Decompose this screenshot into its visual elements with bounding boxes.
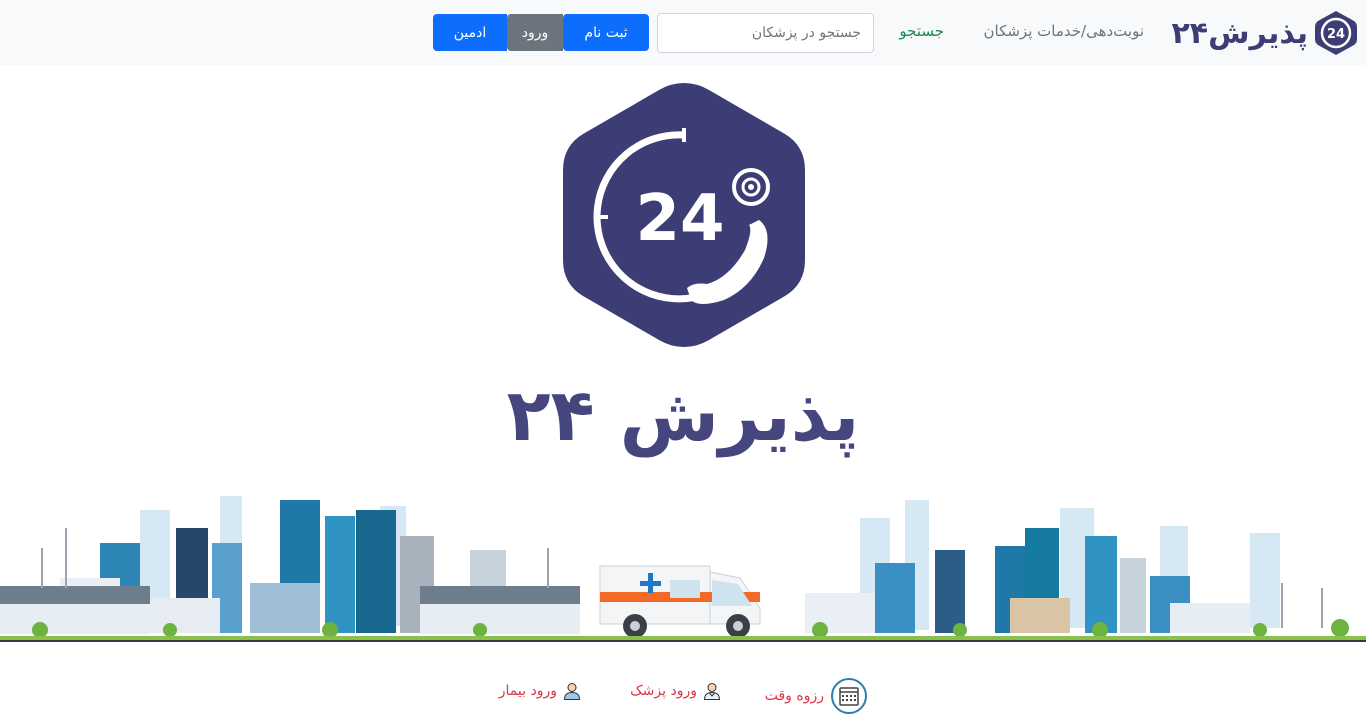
bottom-links: رزوه وقت ورود پزشک ورود بیمار [0, 672, 1366, 718]
patient-icon [563, 683, 581, 700]
city-skyline-illustration [0, 496, 1366, 642]
doctor-icon [703, 683, 721, 700]
patient-login-link[interactable]: ورود بیمار [499, 682, 581, 700]
hero-logo-text: 24 [635, 182, 724, 256]
hero-title: پذیرش ۲۴ [506, 373, 862, 457]
brand[interactable]: پذیرش۲۴ 24 [1171, 7, 1358, 59]
hero-logo-icon: 24 [563, 83, 805, 347]
reserve-link-label: رزوه وقت [764, 688, 824, 704]
navbar: پذیرش۲۴ 24 نوبت‌دهی/خدمات پزشکان جستجو ث… [0, 0, 1366, 65]
nav-services-link[interactable]: نوبت‌دهی/خدمات پزشکان [983, 22, 1144, 40]
nav-search-link[interactable]: جستجو [899, 22, 944, 40]
doctor-login-label: ورود پزشک [630, 683, 697, 699]
register-button[interactable]: ثبت نام [563, 14, 649, 51]
brand-logo-icon: 24 [1315, 11, 1357, 55]
calendar-icon [831, 678, 867, 714]
doctor-login-link[interactable]: ورود پزشک [630, 682, 721, 700]
admin-button[interactable]: ادمین [433, 14, 507, 51]
brand-text: پذیرش۲۴ [1171, 15, 1309, 51]
patient-login-label: ورود بیمار [498, 683, 557, 699]
reserve-link[interactable]: رزوه وقت [765, 677, 868, 715]
brand-logo-text: 24 [1327, 27, 1345, 42]
login-button[interactable]: ورود [507, 14, 563, 51]
search-input[interactable] [657, 13, 874, 53]
